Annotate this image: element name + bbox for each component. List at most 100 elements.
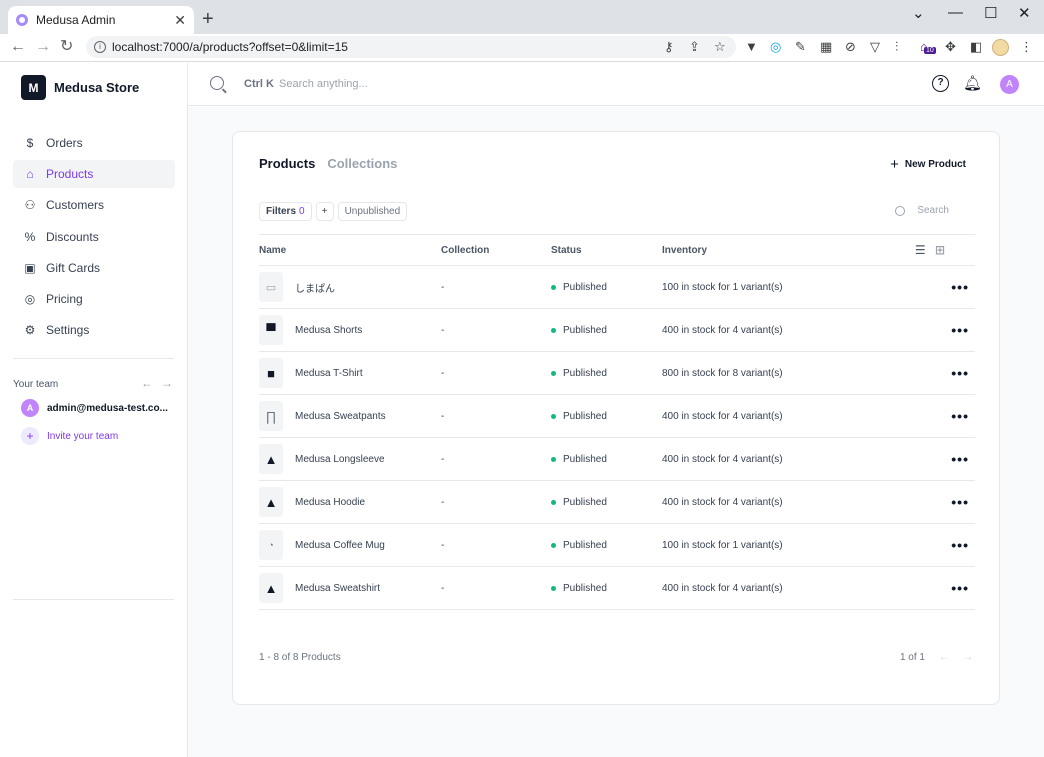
browser-tab[interactable]: Medusa Admin ✕ xyxy=(8,6,194,34)
next-page-icon[interactable]: → xyxy=(963,652,973,663)
team-next-icon[interactable]: → xyxy=(161,376,181,390)
table-row[interactable]: ◔ Medusa Coffee Mug - Published 100 in st… xyxy=(259,524,975,567)
bookmark-star-icon[interactable]: ☆ xyxy=(714,39,726,55)
longsleeve-icon: ▲ xyxy=(259,444,283,474)
table-row[interactable]: ▀ Medusa Shorts - Published 400 in stock … xyxy=(259,309,975,352)
new-product-button[interactable]: + New Product xyxy=(890,156,966,173)
row-actions-icon[interactable]: ••• xyxy=(882,524,975,567)
column-header-name[interactable]: Name xyxy=(259,235,441,266)
bell-icon[interactable]: 🔔︎ xyxy=(963,74,982,92)
add-filter-button[interactable]: + xyxy=(315,202,334,221)
help-icon[interactable]: ? xyxy=(932,75,949,92)
row-actions-icon[interactable]: ••• xyxy=(882,395,975,438)
forward-icon[interactable]: → xyxy=(35,39,51,55)
team-member[interactable]: A admin@medusa-test.co... xyxy=(21,399,168,417)
row-actions-icon[interactable]: ••• xyxy=(882,438,975,481)
reload-icon[interactable]: ↻ xyxy=(60,39,73,55)
key-icon[interactable]: ⚷ xyxy=(664,39,674,55)
product-collection: - xyxy=(441,453,445,465)
list-view-icon[interactable]: ☰ xyxy=(915,243,926,257)
chrome-menu-icon[interactable]: ⋮ xyxy=(1020,39,1033,55)
unpublished-filter-chip[interactable]: Unpublished xyxy=(337,202,408,221)
sidebar-item-label: Customers xyxy=(46,198,105,213)
status-dot xyxy=(551,499,556,505)
block-extension-icon[interactable]: ⊘ xyxy=(845,39,856,55)
sidepanel-icon[interactable]: ◧ xyxy=(970,39,982,55)
back-icon[interactable]: ← xyxy=(10,39,26,55)
filter-extension-icon[interactable]: ▽ xyxy=(870,39,880,55)
dollar-icon: $ xyxy=(26,136,34,150)
sidebar-item-label: Orders xyxy=(46,136,83,150)
table-row[interactable]: ▭ しまぱん - Published 100 in stock for 1 var… xyxy=(259,266,975,309)
table-row[interactable]: ∏ Medusa Sweatpants - Published 400 in st… xyxy=(259,395,975,438)
sidebar-item-products[interactable]: ⌂ Products xyxy=(13,160,175,189)
status-badge: Published xyxy=(563,410,607,422)
status-badge: Published xyxy=(563,582,607,594)
sliders-extension-icon[interactable]: ⫶ xyxy=(895,39,898,55)
sidebar-item-pricing[interactable]: ◎ Pricing xyxy=(13,285,175,313)
medusa-favicon-icon xyxy=(16,14,28,26)
tab-collections[interactable]: Collections xyxy=(327,156,397,171)
minimize-icon[interactable]: — xyxy=(948,4,963,21)
mug-icon: ◔ xyxy=(259,530,283,560)
sidebar-item-customers[interactable]: ⚇ Customers xyxy=(13,191,175,219)
sidebar-item-label: Products xyxy=(46,167,94,182)
site-info-icon[interactable]: i xyxy=(94,41,106,53)
extension-circle-icon[interactable]: ◎ xyxy=(770,39,781,55)
product-inventory: 100 in stock for 1 variant(s) xyxy=(662,539,783,551)
column-header-collection[interactable]: Collection xyxy=(441,235,551,266)
table-row[interactable]: ▲ Medusa Longsleeve - Published 400 in st… xyxy=(259,438,975,481)
team-prev-icon[interactable]: ← xyxy=(141,376,161,390)
table-row[interactable]: ▲ Medusa Hoodie - Published 400 in stock … xyxy=(259,481,975,524)
status-badge: Published xyxy=(563,453,607,465)
tab-search-icon[interactable]: ⌄ xyxy=(912,4,925,22)
sidebar-item-settings[interactable]: ⚙ Settings xyxy=(13,316,175,344)
vue-extension-icon[interactable]: ▼ xyxy=(745,39,758,54)
row-actions-icon[interactable]: ••• xyxy=(882,481,975,524)
column-header-status[interactable]: Status xyxy=(551,235,662,266)
sidebar-item-orders[interactable]: $ Orders xyxy=(13,129,175,157)
sidebar-item-gift-cards[interactable]: ▣ Gift Cards xyxy=(13,254,175,282)
sidebar-item-discounts[interactable]: % Discounts xyxy=(13,223,175,251)
puzzle-extensions-icon[interactable]: ✥ xyxy=(945,39,956,55)
store-header[interactable]: M Medusa Store xyxy=(21,75,139,100)
product-name: Medusa Sweatshirt xyxy=(295,582,381,594)
product-name: Medusa T-Shirt xyxy=(295,367,363,379)
prev-page-icon[interactable]: ← xyxy=(939,652,949,663)
row-actions-icon[interactable]: ••• xyxy=(882,309,975,352)
hoodie-icon: ▲ xyxy=(259,487,283,517)
row-actions-icon[interactable]: ••• xyxy=(882,266,975,309)
new-tab-icon[interactable]: + xyxy=(202,9,214,29)
filters-button[interactable]: Filters 0 xyxy=(259,202,312,221)
browser-profile-avatar[interactable] xyxy=(992,39,1009,56)
row-actions-icon[interactable]: ••• xyxy=(882,567,975,610)
window-close-icon[interactable]: ✕ xyxy=(1018,4,1031,22)
product-inventory: 400 in stock for 4 variant(s) xyxy=(662,453,783,465)
address-bar[interactable]: i localhost:7000/a/products?offset=0&lim… xyxy=(86,36,736,58)
user-avatar[interactable]: A xyxy=(1000,75,1019,94)
table-row[interactable]: ▲ Medusa Sweatshirt - Published 400 in st… xyxy=(259,567,975,610)
product-collection: - xyxy=(441,410,445,422)
discount-icon: % xyxy=(24,229,36,244)
tab-products[interactable]: Products xyxy=(259,156,315,171)
close-tab-icon[interactable]: ✕ xyxy=(174,12,186,29)
grid-view-icon[interactable]: ⊞ xyxy=(935,243,945,257)
new-product-label: New Product xyxy=(904,159,966,170)
product-search-input[interactable]: Search xyxy=(895,205,949,216)
pagination: 1 of 1 ← → xyxy=(900,652,973,663)
global-search-input[interactable]: Search anything... xyxy=(279,78,368,90)
invite-team-button[interactable]: + Invite your team xyxy=(21,427,118,445)
main-content: Products Collections + New Product Filte… xyxy=(188,107,1044,757)
share-icon[interactable]: ⇪ xyxy=(689,39,700,55)
column-header-inventory[interactable]: Inventory xyxy=(662,235,882,266)
sweatshirt-icon: ▲ xyxy=(259,573,283,603)
qr-extension-icon[interactable]: ▦ xyxy=(820,39,832,55)
sidebar-nav: $ Orders ⌂ Products ⚇ Customers % Discou… xyxy=(13,129,175,347)
table-row[interactable]: ■ Medusa T-Shirt - Published 800 in stock… xyxy=(259,352,975,395)
maximize-icon[interactable]: ☐ xyxy=(984,4,997,22)
status-badge: Published xyxy=(563,281,607,293)
eyedropper-extension-icon[interactable]: ✎ xyxy=(795,39,806,55)
row-actions-icon[interactable]: ••• xyxy=(882,352,975,395)
status-dot xyxy=(551,413,556,419)
product-name: Medusa Longsleeve xyxy=(295,453,385,465)
